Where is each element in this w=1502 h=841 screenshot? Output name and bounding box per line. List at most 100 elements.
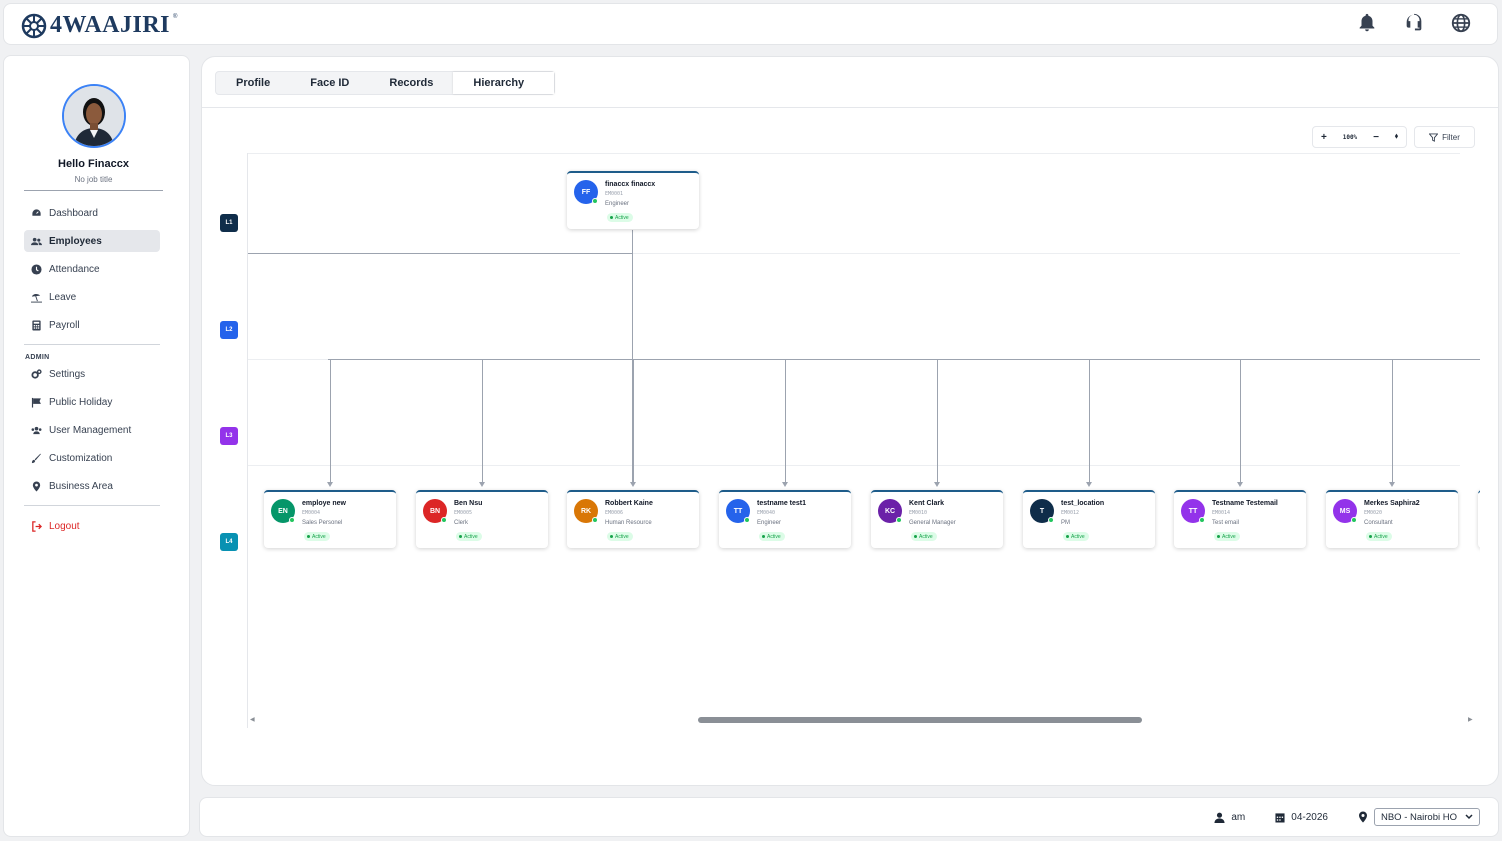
sidebar-item-label: Public Holiday	[49, 396, 113, 408]
online-indicator	[441, 517, 447, 523]
online-indicator	[1351, 517, 1357, 523]
employee-id: EM0020	[1364, 510, 1383, 516]
sidebar-item-label: Settings	[49, 368, 86, 380]
filter-label: Filter	[1442, 132, 1460, 142]
clock-icon	[31, 263, 42, 275]
org-card[interactable]: MS Merkes Saphira2 EM0020 Consultant Active	[1326, 490, 1458, 548]
status-badge: Active	[1366, 532, 1392, 541]
sidebar-item-business-area[interactable]: Business Area	[24, 475, 160, 497]
horizontal-scrollbar[interactable]: ◀ ▶	[248, 715, 1480, 725]
sidebar-item-user-management[interactable]: User Management	[24, 419, 160, 441]
headset-icon[interactable]	[1403, 12, 1425, 34]
tab-records[interactable]: Records	[369, 72, 453, 94]
employee-name: Merkes Saphira2	[1364, 500, 1420, 507]
online-indicator	[1199, 517, 1205, 523]
sidebar-item-settings[interactable]: Settings	[24, 363, 160, 385]
dashboard-icon	[31, 207, 42, 217]
connector-arrow	[327, 482, 333, 487]
employee-name: finaccx finaccx	[605, 181, 656, 188]
sidebar-item-label: Attendance	[49, 263, 100, 275]
sidebar-item-payroll[interactable]: Payroll	[24, 314, 160, 336]
chevron-down-icon	[1465, 814, 1473, 820]
connector-line	[937, 359, 938, 482]
tab-face-id[interactable]: Face ID	[290, 72, 369, 94]
zoom-level: 100%	[1342, 133, 1358, 141]
divider	[202, 107, 1498, 108]
sidebar-item-employees[interactable]: Employees	[24, 230, 160, 252]
org-card[interactable]: Ttest_location EM0012 PM Active	[1023, 490, 1155, 548]
zoom-control: + 100% − ⬧	[1312, 126, 1407, 148]
sidebar-item-dashboard[interactable]: Dashboard	[24, 202, 160, 224]
globe-icon[interactable]	[1450, 12, 1472, 34]
zoom-in-button[interactable]: +	[1321, 132, 1327, 143]
org-card[interactable]: TT Testname Testemail EM0014 Test email Acti…	[1174, 490, 1306, 548]
org-card-root[interactable]: FF finaccx finaccx EM0001 Engineer Activ…	[567, 171, 699, 229]
main-panel: Profile Face ID Records Hierarchy + 100%…	[201, 56, 1499, 786]
logout-button[interactable]: Logout	[24, 515, 160, 537]
status-badge: Active	[456, 532, 482, 541]
hierarchy-chart[interactable]: L1 L2 L3 L4 FF finaccx finaccx EM0001 En…	[212, 153, 1480, 728]
org-card[interactable]: RK Robbert Kaine EM0006 Human Resource Activ…	[567, 490, 699, 548]
employee-id: EM0004	[302, 510, 321, 516]
employee-id: EM0014	[1212, 510, 1231, 516]
level-badge-l1: L1	[220, 214, 238, 232]
org-card[interactable]: EN employe new EM0004 Sales Personel Active	[264, 490, 396, 548]
user-name: am	[1231, 811, 1246, 823]
employee-name: Ben Nsu	[454, 500, 483, 507]
sidebar-item-leave[interactable]: Leave	[24, 286, 160, 308]
status-badge: Active	[304, 532, 330, 541]
current-user: am	[1214, 812, 1245, 823]
employee-id: EM0012	[1061, 510, 1080, 516]
period-display[interactable]: 04-2026	[1275, 812, 1328, 823]
sidebar-item-label: Dashboard	[49, 207, 98, 219]
reset-view-button[interactable]: ⬧	[1395, 133, 1398, 141]
online-indicator	[289, 517, 295, 523]
employee-name: testname test1	[757, 500, 807, 507]
connector-line	[785, 359, 786, 482]
user-photo	[64, 86, 124, 146]
location-pin-icon	[1358, 811, 1367, 823]
tab-hierarchy[interactable]: Hierarchy	[453, 72, 555, 94]
employee-name: Robbert Kaine	[605, 500, 653, 507]
sidebar-item-label: Customization	[49, 452, 113, 464]
employee-role: Consultant	[1364, 520, 1393, 526]
sidebar-item-customization[interactable]: Customization	[24, 447, 160, 469]
sidebar: Hello Finaccx No job title Dashboard Emp…	[3, 55, 190, 837]
scrollbar-thumb[interactable]	[698, 717, 1142, 723]
bell-icon[interactable]	[1356, 12, 1378, 34]
org-card[interactable]: KC Kent Clark EM0010 General Manager Active	[871, 490, 1003, 548]
brush-icon	[31, 453, 42, 463]
logout-label: Logout	[49, 520, 80, 532]
level-badge-l2: L2	[220, 321, 238, 339]
level-badge-l3: L3	[220, 427, 238, 445]
sidebar-item-public-holiday[interactable]: Public Holiday	[24, 391, 160, 413]
user-icon	[1214, 812, 1225, 823]
employee-role: Engineer	[757, 520, 782, 526]
connector-line	[328, 359, 1480, 360]
avatar[interactable]	[62, 84, 126, 148]
employee-name: test_location	[1061, 500, 1105, 507]
org-card[interactable]: TT testname test1 EM0040 Engineer Active	[719, 490, 851, 548]
employee-id: EM0006	[605, 510, 624, 516]
zoom-out-button[interactable]: −	[1373, 132, 1379, 143]
connector-line	[1392, 359, 1393, 482]
brand-name: 4WAAJIRI	[50, 12, 171, 38]
employee-id: EM0010	[909, 510, 928, 516]
tab-profile[interactable]: Profile	[216, 72, 290, 94]
filter-button[interactable]: Filter	[1414, 126, 1475, 148]
beach-icon	[31, 293, 42, 303]
calculator-icon	[32, 319, 41, 331]
online-indicator	[1048, 517, 1054, 523]
employee-role: Sales Personel	[302, 520, 343, 526]
connector-arrow	[1086, 482, 1092, 487]
connector-line	[1240, 359, 1241, 482]
org-card[interactable]: BN Ben Nsu EM0005 Clerk Active	[416, 490, 548, 548]
location-select[interactable]: NBO - Nairobi HO	[1373, 808, 1480, 826]
connector-arrow	[1389, 482, 1395, 487]
sidebar-item-attendance[interactable]: Attendance	[24, 258, 160, 280]
connector-line	[248, 253, 633, 254]
status-footer: am 04-2026 NBO - Nairobi HO	[199, 797, 1499, 837]
online-indicator	[592, 198, 598, 204]
online-indicator	[896, 517, 902, 523]
brand-logo[interactable]: 4WAAJIRI ®	[21, 12, 177, 39]
